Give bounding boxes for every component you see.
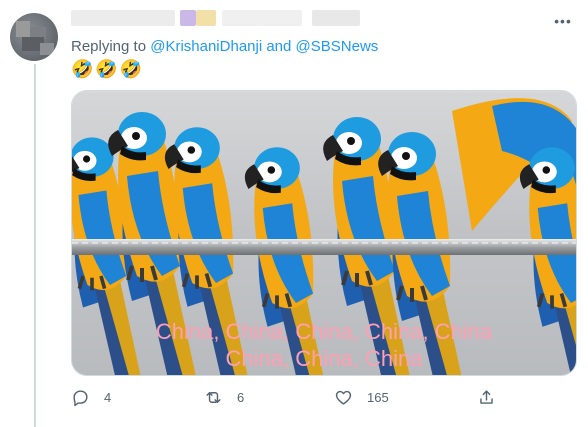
thread-line — [34, 64, 36, 427]
tweet: ••• Replying to @KrishaniDhanji and @SBS… — [0, 0, 588, 427]
rofl-emoji: 🤣 — [71, 59, 94, 79]
mention-link[interactable]: @KrishaniDhanji — [150, 38, 262, 55]
like-count: 165 — [367, 390, 389, 405]
like-icon — [335, 390, 352, 405]
tweet-actions: 4 6 165 — [71, 388, 501, 410]
rofl-emoji: 🤣 — [95, 59, 118, 79]
tweet-text: 🤣 🤣 🤣 — [71, 59, 142, 79]
caption-line: China, China, China, China, China — [155, 319, 493, 344]
replying-to-label: Replying to — [71, 38, 147, 55]
retweet-icon — [206, 392, 221, 403]
caption-line: China, China, China — [225, 346, 423, 371]
share-icon — [480, 390, 493, 404]
reply-count: 4 — [104, 390, 112, 405]
avatar[interactable] — [10, 13, 58, 61]
replying-to: Replying to @KrishaniDhanji and @SBSNews — [71, 38, 378, 55]
mention-joiner: and — [266, 38, 292, 55]
mention-link[interactable]: @SBSNews — [296, 38, 379, 55]
like-button[interactable]: 165 — [334, 388, 389, 407]
tweet-media-image[interactable]: China, China, China, China, China China,… — [71, 90, 577, 376]
more-icon: ••• — [554, 13, 572, 29]
more-options-button[interactable]: ••• — [552, 10, 574, 32]
share-button[interactable] — [477, 388, 496, 407]
rofl-emoji: 🤣 — [119, 59, 143, 79]
reply-button[interactable]: 4 — [71, 388, 111, 407]
retweet-count: 6 — [237, 390, 245, 405]
retweet-button[interactable]: 6 — [204, 388, 244, 407]
reply-icon — [73, 390, 88, 407]
